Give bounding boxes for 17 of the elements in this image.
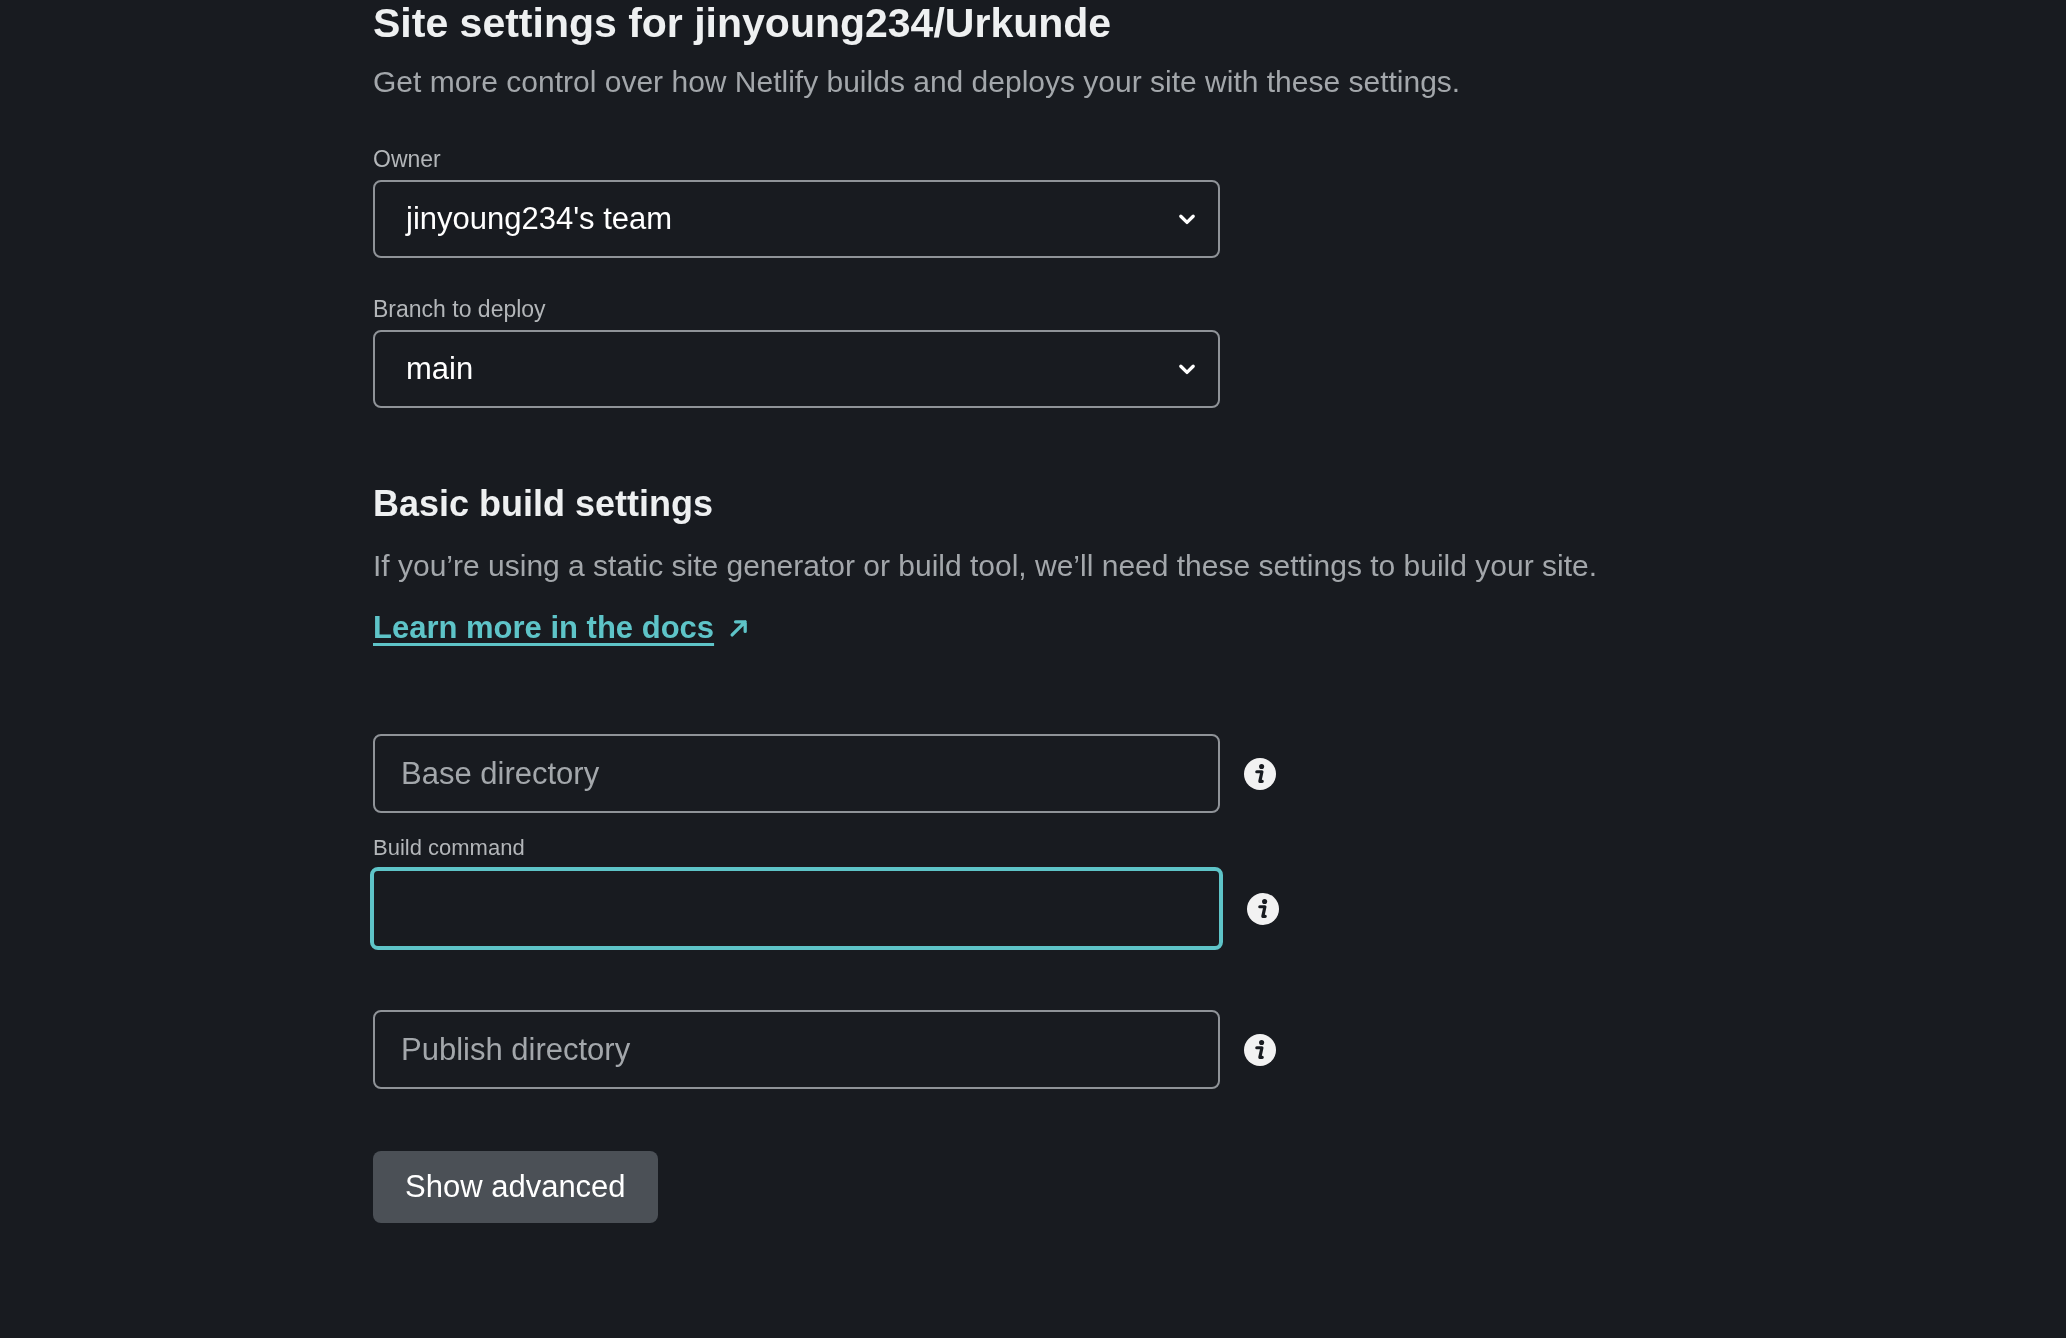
section-heading: Basic build settings <box>373 482 714 526</box>
page-subtitle: Get more control over how Netlify builds and deploys your site with these settings. <box>373 64 1461 100</box>
input-field[interactable]: Base directory <box>373 734 1220 813</box>
field-label: Owner <box>373 145 442 174</box>
info-icon[interactable] <box>1244 757 1276 790</box>
show-advanced-button[interactable]: Show advanced <box>373 1151 658 1223</box>
field-label: Build command <box>373 834 526 862</box>
section-description: If you’re using a static site generator or build tool, we’ll need these settings to build your site. <box>373 548 1597 584</box>
info-icon[interactable] <box>1244 1033 1276 1066</box>
docs-link[interactable]: Learn more in the docs <box>373 608 715 648</box>
dropdown[interactable]: jinyoung234's team <box>373 180 1220 258</box>
input-field[interactable]: Publish directory <box>373 1010 1220 1089</box>
info-icon[interactable] <box>1247 892 1279 925</box>
dropdown[interactable]: main <box>373 330 1220 408</box>
page-title: Site settings for jinyoung234/Urkunde <box>373 0 1112 46</box>
input-field[interactable] <box>370 867 1223 950</box>
field-label: Branch to deploy <box>373 295 547 324</box>
